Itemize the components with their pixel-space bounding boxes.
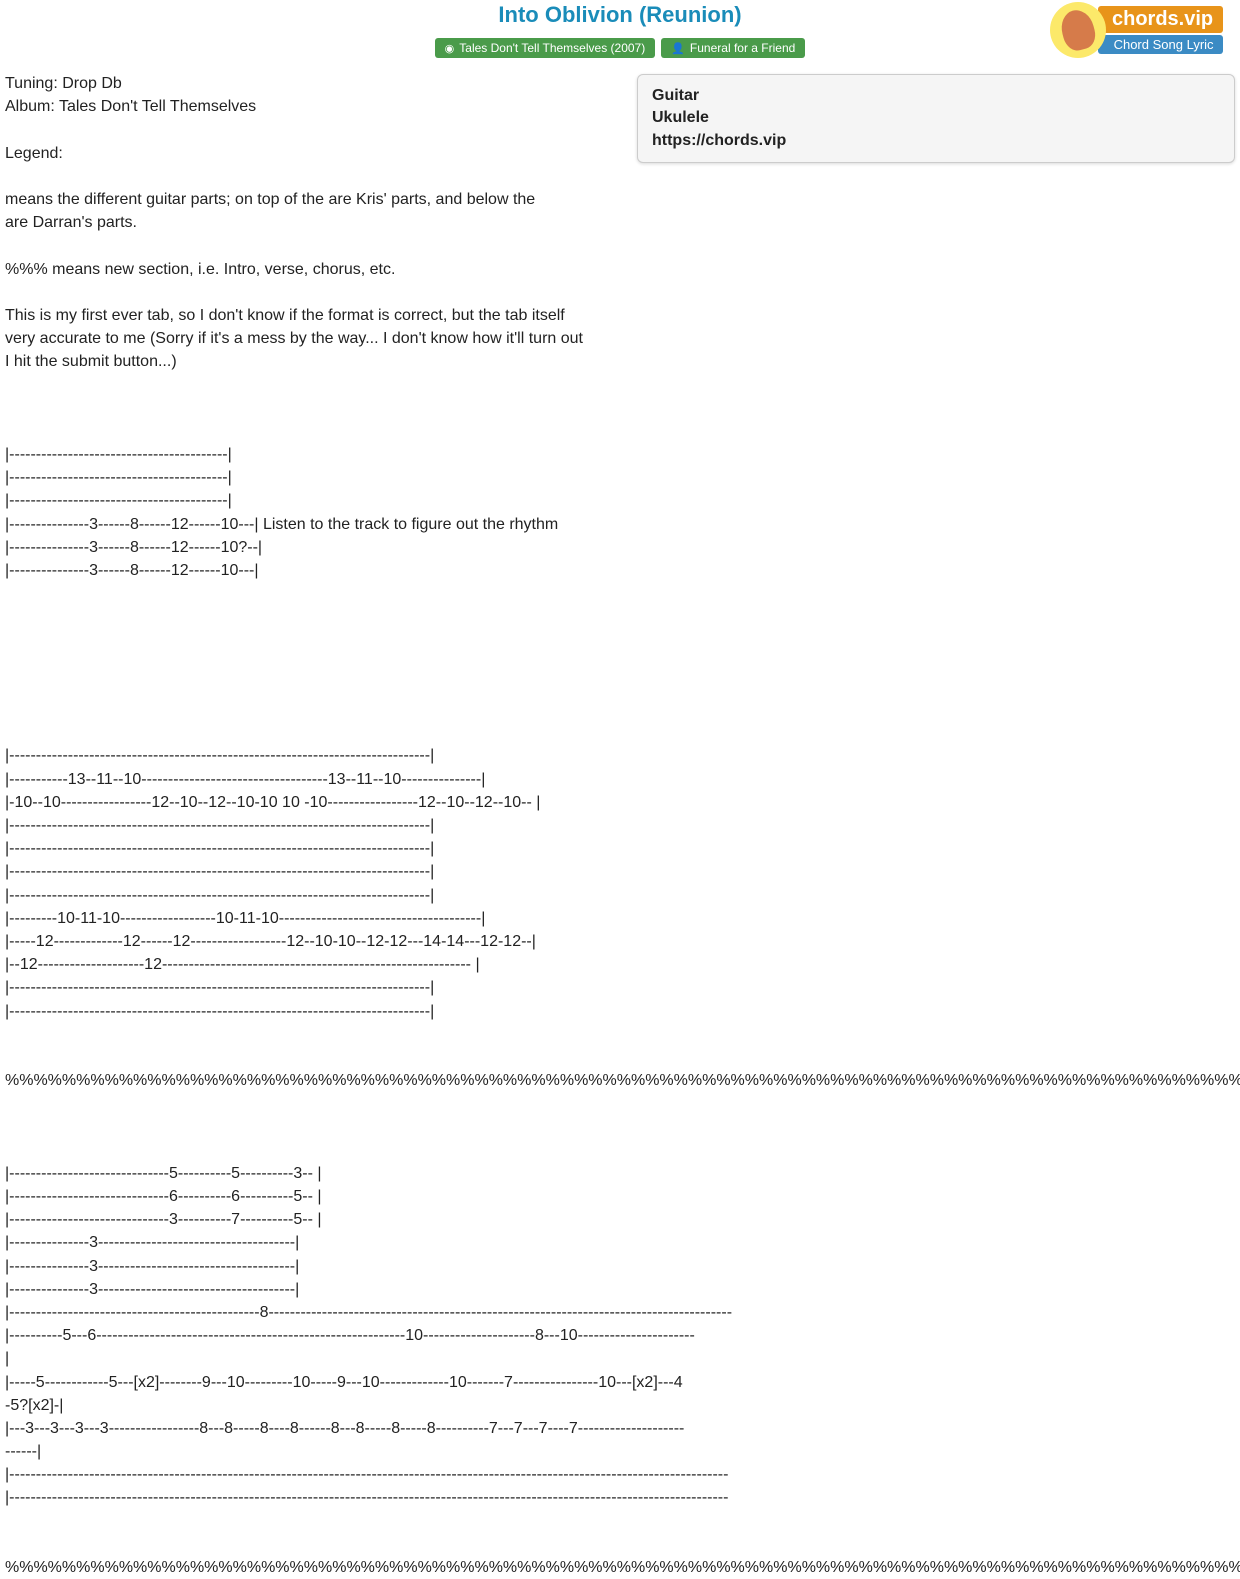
sidebar: Guitar Ukulele https://chords.vip — [565, 72, 1235, 1579]
person-icon: 👤 — [671, 42, 685, 55]
site-logo[interactable]: chords.vip Chord Song Lyric — [1050, 2, 1230, 58]
instrument-box: Guitar Ukulele https://chords.vip — [637, 74, 1235, 163]
album-tag-label: Tales Don't Tell Themselves (2007) — [459, 41, 645, 55]
logo-brand-text: chords.vip — [1098, 6, 1223, 33]
artist-tag-label: Funeral for a Friend — [690, 41, 795, 55]
instrument-ukulele[interactable]: Ukulele — [652, 107, 1220, 129]
disc-icon: ◉ — [445, 42, 455, 55]
artist-tag[interactable]: 👤 Funeral for a Friend — [661, 38, 805, 58]
site-url[interactable]: https://chords.vip — [652, 130, 1220, 152]
logo-icon — [1050, 2, 1106, 58]
logo-sub-text: Chord Song Lyric — [1098, 35, 1223, 54]
album-tag[interactable]: ◉ Tales Don't Tell Themselves (2007) — [435, 38, 656, 58]
instrument-guitar[interactable]: Guitar — [652, 85, 1220, 107]
header: chords.vip Chord Song Lyric Into Oblivio… — [0, 0, 1240, 66]
tab-content: Tuning: Drop Db Album: Tales Don't Tell … — [5, 72, 545, 1579]
